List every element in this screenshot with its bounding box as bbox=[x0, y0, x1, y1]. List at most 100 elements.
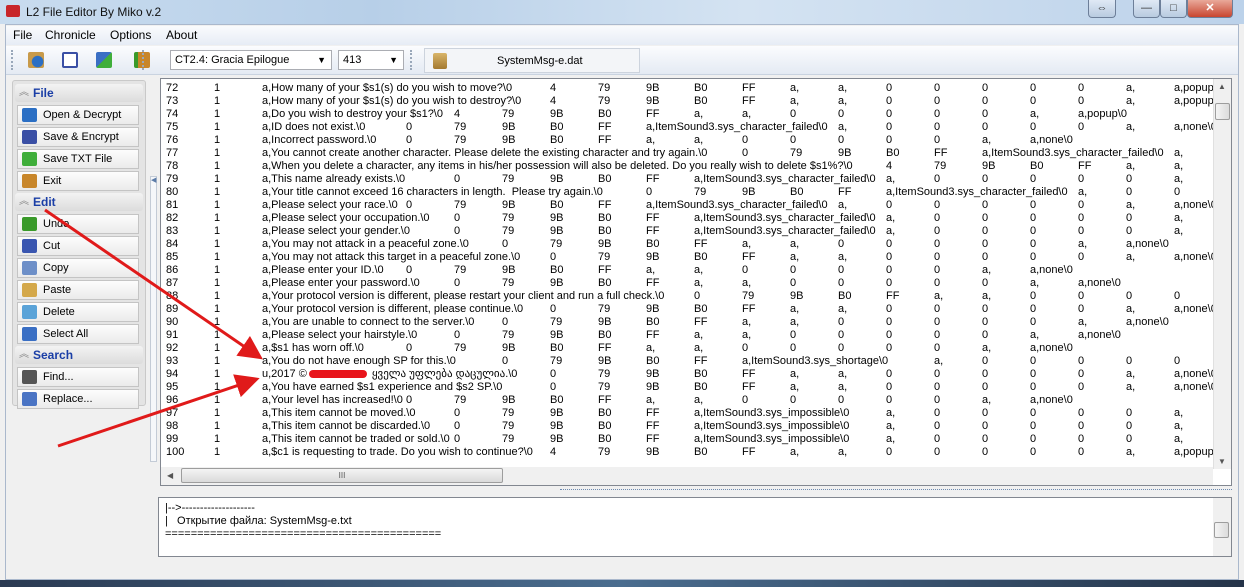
menu-file[interactable]: File bbox=[13, 28, 32, 42]
save-txt-icon[interactable] bbox=[96, 52, 112, 68]
row-id: 74 bbox=[166, 108, 179, 120]
row-id: 77 bbox=[166, 147, 179, 159]
table-row[interactable]: 78 1 a,When you delete a character, any … bbox=[161, 160, 1213, 173]
table-row[interactable]: 95 1 a,You have earned $s1 experience an… bbox=[161, 381, 1213, 394]
row-text: a,$c1 is requesting to trade. Do you wis… bbox=[262, 446, 1213, 458]
table-row[interactable]: 85 1 a,You may not attack this target in… bbox=[161, 251, 1213, 264]
chevron-double-up-icon[interactable]: ︽ bbox=[19, 84, 29, 102]
maximize-button[interactable]: □ bbox=[1160, 0, 1187, 18]
open-decrypt-button[interactable]: Open & Decrypt bbox=[17, 105, 139, 125]
minimize-button[interactable]: — bbox=[1133, 0, 1160, 18]
table-row[interactable]: 81 1 a,Please select your race.\0 0 79 9… bbox=[161, 199, 1213, 212]
table-row[interactable]: 74 1 a,Do you wish to destroy your $s1?\… bbox=[161, 108, 1213, 121]
row-text: u,2017 © bbox=[262, 368, 307, 380]
table-row[interactable]: 76 1 a,Incorrect password.\0 0 79 9B B0 … bbox=[161, 134, 1213, 147]
exit-button[interactable]: Exit bbox=[17, 171, 139, 191]
log-line: | Открытие файла: SystemMsg-e.txt bbox=[165, 515, 352, 527]
undo-button[interactable]: Undo bbox=[17, 214, 139, 234]
table-row[interactable]: 100 1 a,$c1 is requesting to trade. Do y… bbox=[161, 446, 1213, 459]
log-splitter[interactable] bbox=[560, 489, 1232, 496]
file-icon bbox=[433, 53, 447, 69]
save-encrypt-button[interactable]: Save & Encrypt bbox=[17, 127, 139, 147]
table-row[interactable]: 99 1 a,This item cannot be traded or sol… bbox=[161, 433, 1213, 446]
menu-chronicle[interactable]: Chronicle bbox=[45, 28, 96, 42]
collapse-left-icon[interactable]: ◀ bbox=[151, 176, 156, 184]
table-row[interactable]: 82 1 a,Please select your occupation.\0 … bbox=[161, 212, 1213, 225]
redaction-mark bbox=[308, 370, 367, 379]
table-row[interactable]: 87 1 a,Please enter your password.\0 0 7… bbox=[161, 277, 1213, 290]
table-row[interactable]: 89 1 a,Your protocol version is differen… bbox=[161, 303, 1213, 316]
scroll-left-icon[interactable]: ◀ bbox=[167, 471, 173, 480]
table-row[interactable]: 84 1 a,You may not attack in a peaceful … bbox=[161, 238, 1213, 251]
row-text: a,You are unable to connect to the serve… bbox=[262, 316, 1169, 328]
button-label: Undo bbox=[43, 218, 70, 230]
save-txt-file-button[interactable]: Save TXT File bbox=[17, 149, 139, 169]
table-row[interactable]: 80 1 a,Your title cannot exceed 16 chara… bbox=[161, 186, 1213, 199]
row-id: 97 bbox=[166, 407, 179, 419]
current-file-name: SystemMsg-e.dat bbox=[497, 55, 583, 67]
vertical-scroll-thumb[interactable] bbox=[1215, 103, 1230, 120]
close-button[interactable]: ✕ bbox=[1187, 0, 1233, 18]
chevron-double-up-icon[interactable]: ︽ bbox=[19, 346, 29, 364]
row-id: 94 bbox=[166, 368, 179, 380]
find-button[interactable]: Find... bbox=[17, 367, 139, 387]
group-header-search[interactable]: ︽ Search bbox=[15, 346, 143, 364]
row-flag: 1 bbox=[214, 329, 221, 341]
toolbar-grip[interactable] bbox=[410, 50, 413, 70]
save-icon[interactable] bbox=[62, 52, 78, 68]
table-row[interactable]: 97 1 a,This item cannot be moved.\0 0 79… bbox=[161, 407, 1213, 420]
horizontal-scrollbar[interactable]: ◀ III bbox=[161, 467, 1213, 485]
table-row[interactable]: 93 1 a,You do not have enough SP for thi… bbox=[161, 355, 1213, 368]
table-row[interactable]: 91 1 a,Please select your hairstyle.\0 0… bbox=[161, 329, 1213, 342]
table-row[interactable]: 86 1 a,Please enter your ID.\0 0 79 9B B… bbox=[161, 264, 1213, 277]
scroll-up-icon[interactable]: ▲ bbox=[1218, 82, 1226, 91]
row-id: 95 bbox=[166, 381, 179, 393]
chevron-double-up-icon[interactable]: ︽ bbox=[19, 193, 29, 211]
log-scroll-thumb[interactable] bbox=[1214, 522, 1229, 538]
vertical-scrollbar[interactable]: ▲ ▼ bbox=[1213, 79, 1231, 469]
row-id: 81 bbox=[166, 199, 179, 211]
table-row[interactable]: 92 1 a,$s1 has worn off.\0 0 79 9B B0 FF… bbox=[161, 342, 1213, 355]
row-flag: 1 bbox=[214, 82, 221, 94]
horizontal-scroll-thumb[interactable]: III bbox=[181, 468, 503, 483]
panel-splitter[interactable]: ◀ bbox=[150, 176, 157, 462]
menu-about[interactable]: About bbox=[166, 28, 197, 42]
table-row[interactable]: 75 1 a,ID does not exist.\0 0 79 9B B0 F… bbox=[161, 121, 1213, 134]
log-scrollbar[interactable] bbox=[1213, 498, 1231, 556]
group-label: File bbox=[33, 86, 54, 100]
resize-toggle-button[interactable]: ⇔ bbox=[1088, 0, 1116, 18]
protocol-select[interactable]: 413 ▼ bbox=[338, 50, 404, 70]
scroll-down-icon[interactable]: ▼ bbox=[1218, 457, 1226, 466]
group-header-edit[interactable]: ︽ Edit bbox=[15, 193, 143, 211]
paste-button[interactable]: Paste bbox=[17, 280, 139, 300]
copy-button[interactable]: Copy bbox=[17, 258, 139, 278]
table-row[interactable]: 90 1 a,You are unable to connect to the … bbox=[161, 316, 1213, 329]
cut-button[interactable]: Cut bbox=[17, 236, 139, 256]
table-row[interactable]: 79 1 a,This name already exists.\0 0 79 … bbox=[161, 173, 1213, 186]
log-panel[interactable]: |-->-------------------- | Открытие файл… bbox=[158, 497, 1232, 557]
table-row[interactable]: 83 1 a,Please select your gender.\0 0 79… bbox=[161, 225, 1213, 238]
row-flag: 1 bbox=[214, 368, 221, 380]
select-all-button[interactable]: Select All bbox=[17, 324, 139, 344]
delete-button[interactable]: Delete bbox=[17, 302, 139, 322]
row-text: a,Please enter your password.\0 0 79 9B … bbox=[262, 277, 1121, 289]
taskbar bbox=[0, 580, 1244, 587]
table-row[interactable]: 94 1 u,2017 © ყველა უფლება დაცულია.\0 0 … bbox=[161, 368, 1213, 381]
table-row[interactable]: 88 1 a,Your protocol version is differen… bbox=[161, 290, 1213, 303]
menu-options[interactable]: Options bbox=[110, 28, 151, 42]
toolbar-grip[interactable] bbox=[142, 50, 145, 70]
chronicle-select[interactable]: CT2.4: Gracia Epilogue ▼ bbox=[170, 50, 332, 70]
table-row[interactable]: 72 1 a,How many of your $s1(s) do you wi… bbox=[161, 82, 1213, 95]
table-row[interactable]: 96 1 a,Your level has increased!\0 0 79 … bbox=[161, 394, 1213, 407]
button-label: Cut bbox=[43, 240, 61, 252]
data-grid[interactable]: 72 1 a,How many of your $s1(s) do you wi… bbox=[160, 78, 1232, 486]
table-row[interactable]: 77 1 a,You cannot create another charact… bbox=[161, 147, 1213, 160]
open-icon[interactable] bbox=[28, 52, 44, 68]
toolbar-grip[interactable] bbox=[11, 50, 14, 70]
replace-button[interactable]: Replace... bbox=[17, 389, 139, 409]
table-row[interactable]: 98 1 a,This item cannot be discarded.\0 … bbox=[161, 420, 1213, 433]
group-header-file[interactable]: ︽ File bbox=[15, 84, 143, 102]
row-id: 98 bbox=[166, 420, 179, 432]
row-flag: 1 bbox=[214, 290, 221, 302]
table-row[interactable]: 73 1 a,How many of your $s1(s) do you wi… bbox=[161, 95, 1213, 108]
